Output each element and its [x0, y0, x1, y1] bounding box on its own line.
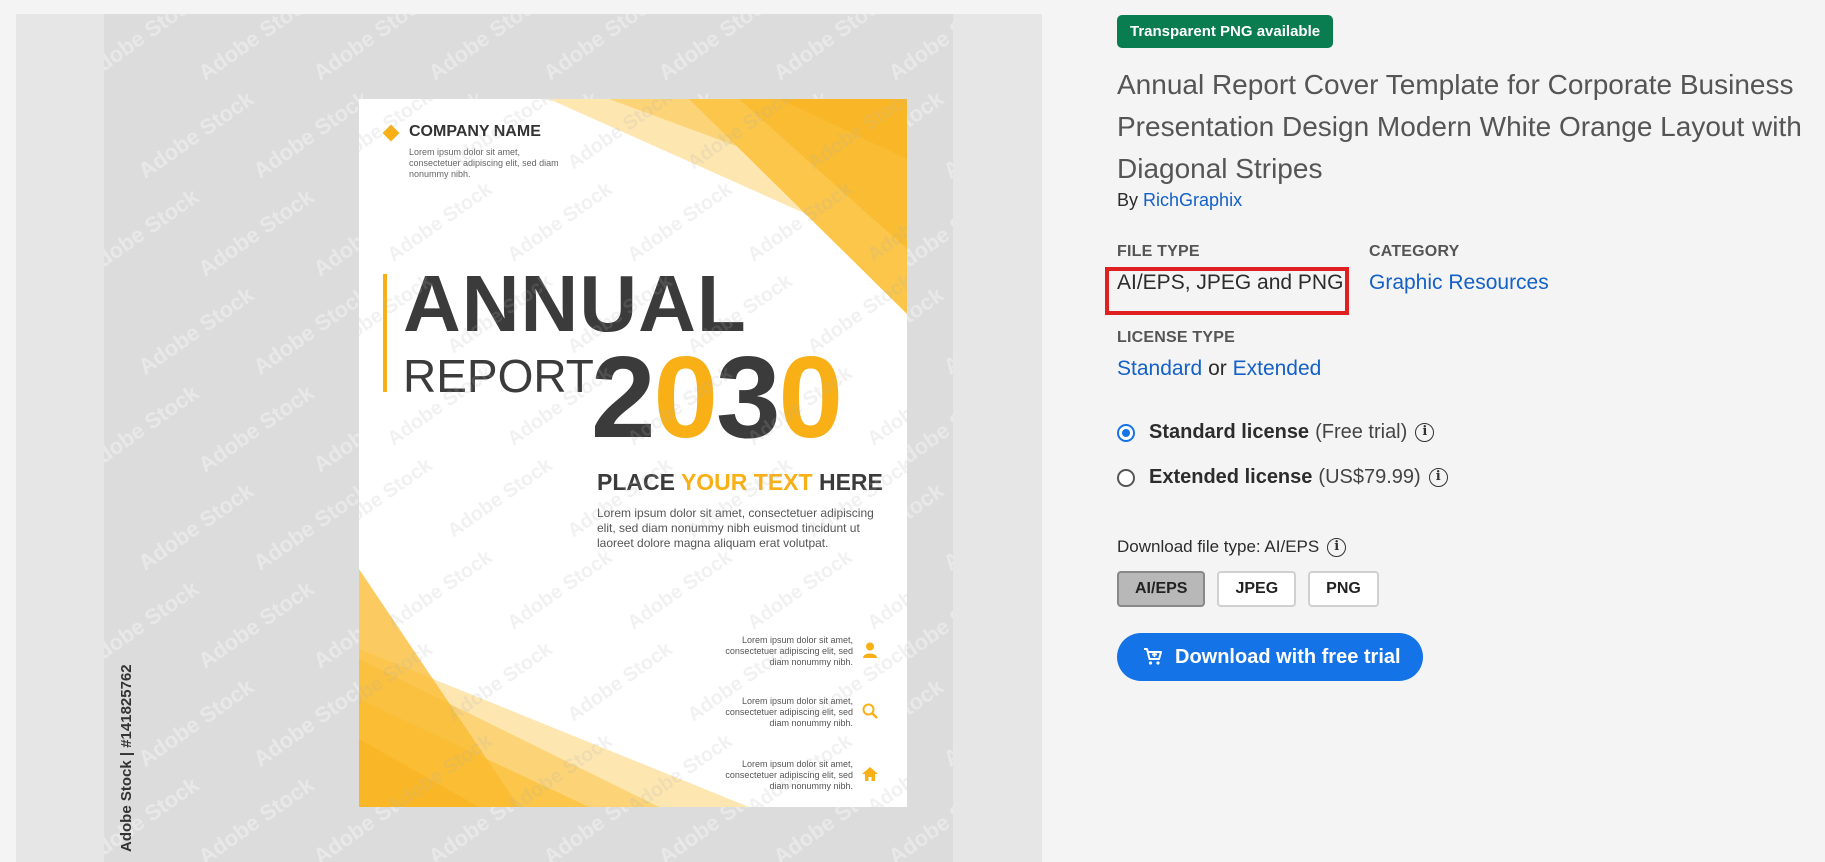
watermark-text: Adobe Stock — [104, 575, 204, 674]
poster-info-row: Lorem ipsum dolor sit amet, consectetuer… — [699, 635, 879, 671]
adobe-stock-id: Adobe Stock | #141825762 — [118, 664, 135, 852]
watermark-text: Adobe Stock — [248, 673, 374, 772]
extended-license-radio[interactable] — [1117, 468, 1135, 487]
report-heading: REPORT — [403, 350, 594, 402]
byline: By RichGraphix — [1117, 190, 1817, 211]
watermark-text: Adobe Stock — [248, 477, 374, 576]
watermark-text: Adobe Stock — [308, 14, 434, 86]
extended-license-label: Extended license — [1149, 466, 1313, 488]
watermark-text: Adobe Stock — [538, 14, 664, 86]
poster-info-text: Lorem ipsum dolor sit amet, consectetuer… — [725, 696, 853, 728]
watermark-text: Adobe Stock — [193, 575, 319, 674]
search-icon — [861, 702, 879, 720]
extended-license-note: (US$79.99) — [1318, 466, 1421, 488]
file-type-section: FILE TYPE AI/EPS, JPEG and PNG — [1105, 243, 1349, 315]
extended-license-option[interactable]: Extended license (US$79.99) i — [1117, 466, 1817, 489]
place-text-part: YOUR TEXT — [680, 469, 813, 495]
download-button-label: Download with free trial — [1175, 645, 1401, 668]
extended-license-link[interactable]: Extended — [1233, 357, 1322, 380]
poster-info-text: Lorem ipsum dolor sit amet, consectetuer… — [725, 635, 853, 667]
place-text-heading: PLACE YOUR TEXT HERE — [597, 469, 883, 496]
poster-info-row: Lorem ipsum dolor sit amet, consectetuer… — [699, 759, 879, 795]
watermark-text: Adobe Stock — [938, 674, 953, 772]
watermark-text: Adobe Stock — [883, 14, 953, 86]
watermark-text: Adobe Stock — [133, 673, 259, 772]
year-digit: 0 — [778, 332, 844, 462]
category-value: Graphic Resources — [1369, 271, 1549, 295]
license-type-section: LICENSE TYPE Standard or Extended — [1117, 329, 1817, 381]
watermark-text: Adobe Stock — [248, 281, 374, 380]
license-type-value: Standard or Extended — [1117, 357, 1817, 381]
watermark-text: Adobe Stock — [133, 477, 259, 576]
watermark-text: Adobe Stock — [653, 14, 779, 86]
info-icon[interactable]: i — [1327, 537, 1347, 557]
place-text-part: HERE — [818, 469, 883, 495]
company-name: COMPANY NAME — [409, 123, 541, 140]
license-type-label: LICENSE TYPE — [1117, 329, 1235, 346]
watermark-text: Adobe Stock — [938, 86, 953, 184]
watermark-text: Adobe Stock — [768, 14, 894, 86]
meta-grid: FILE TYPE AI/EPS, JPEG and PNG CATEGORY … — [1105, 243, 1817, 315]
highlight-box — [1105, 267, 1349, 315]
file-option-png[interactable]: PNG — [1308, 571, 1379, 607]
category-label: CATEGORY — [1369, 243, 1460, 260]
watermark-text: Adobe Stock — [193, 14, 319, 86]
or-text: or — [1208, 357, 1227, 380]
company-description: Lorem ipsum dolor sit amet, consectetuer… — [409, 147, 559, 179]
home-icon — [861, 765, 879, 783]
standard-license-note: (Free trial) — [1315, 421, 1408, 443]
watermark-text: Adobe Stock — [193, 183, 319, 282]
poster-info-text: Lorem ipsum dolor sit amet, consectetuer… — [725, 759, 853, 791]
asset-title: Annual Report Cover Template for Corpora… — [1117, 69, 1802, 184]
watermark-text: Adobe Stock — [423, 14, 549, 86]
watermark-text: Adobe Stock — [193, 379, 319, 478]
by-label: By — [1117, 190, 1139, 210]
file-type-options: AI/EPS JPEG PNG — [1117, 571, 1817, 607]
category-link[interactable]: Graphic Resources — [1369, 271, 1549, 294]
watermark-text: Adobe Stock — [133, 85, 259, 184]
year-digit: 2 — [591, 332, 656, 462]
watermark-text: Adobe Stock — [938, 478, 953, 576]
standard-license-label: Standard license — [1149, 421, 1310, 443]
file-type-label: FILE TYPE — [1117, 243, 1200, 260]
download-free-trial-button[interactable]: Download with free trial — [1117, 633, 1423, 681]
watermark-text: Adobe Stock — [133, 281, 259, 380]
download-file-type-label: Download file type: AI/EPS — [1117, 537, 1320, 556]
poster-body-text: Lorem ipsum dolor sit amet, consectetuer… — [597, 506, 874, 550]
download-file-type: Download file type: AI/EPS i — [1117, 537, 1817, 557]
category-section: CATEGORY Graphic Resources — [1369, 243, 1549, 295]
year-heading: 2030 — [591, 339, 843, 455]
user-icon — [861, 641, 879, 659]
watermark-text: Adobe Stock — [104, 183, 204, 282]
watermark-text: Adobe Stock — [104, 379, 204, 478]
watermark-text: Adobe Stock — [104, 14, 204, 86]
watermark-text: Adobe Stock — [193, 771, 319, 862]
preview-panel: Adobe Stock Adobe Stock Adobe Stock Adobe S… — [16, 14, 1042, 862]
preview-image[interactable]: Adobe Stock Adobe Stock Adobe Stock Adobe S… — [104, 14, 953, 862]
transparent-png-badge: Transparent PNG available — [1117, 15, 1334, 48]
standard-license-link[interactable]: Standard — [1117, 357, 1202, 380]
file-option-ai-eps[interactable]: AI/EPS — [1117, 571, 1206, 607]
title-accent-bar — [383, 274, 387, 392]
file-option-jpeg[interactable]: JPEG — [1217, 571, 1297, 607]
place-text-part: PLACE — [597, 469, 675, 495]
poster-preview: COMPANY NAME Lorem ipsum dolor sit amet,… — [359, 99, 907, 807]
year-digit: 0 — [653, 332, 719, 462]
author-link[interactable]: RichGraphix — [1143, 190, 1242, 210]
standard-license-radio[interactable] — [1117, 423, 1135, 442]
watermark-text: Adobe Stock — [938, 282, 953, 380]
cart-icon — [1144, 648, 1162, 665]
asset-details-panel: Transparent PNG available Annual Report … — [1105, 15, 1817, 681]
poster-info-row: Lorem ipsum dolor sit amet, consectetuer… — [699, 696, 879, 732]
year-digit: 3 — [716, 332, 781, 462]
standard-license-option[interactable]: Standard license (Free trial) i — [1117, 421, 1817, 444]
info-icon[interactable]: i — [1428, 468, 1448, 487]
watermark-text: Adobe Stock — [248, 85, 374, 184]
info-icon[interactable]: i — [1415, 423, 1435, 442]
